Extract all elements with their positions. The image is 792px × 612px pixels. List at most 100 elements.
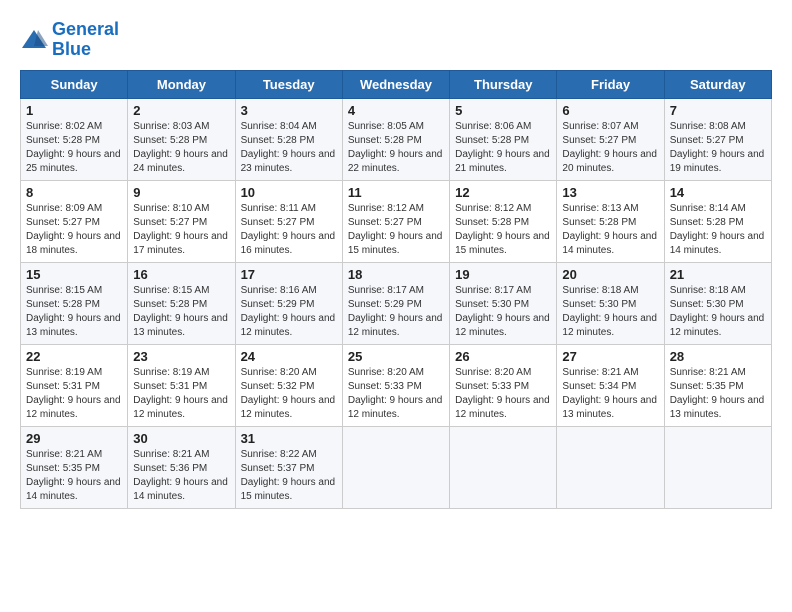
calendar-cell xyxy=(450,426,557,508)
calendar-cell: 12 Sunrise: 8:12 AMSunset: 5:28 PMDaylig… xyxy=(450,180,557,262)
day-number: 7 xyxy=(670,103,766,118)
day-number: 5 xyxy=(455,103,551,118)
day-info: Sunrise: 8:04 AMSunset: 5:28 PMDaylight:… xyxy=(241,120,337,176)
weekday-header: Sunday xyxy=(21,70,128,98)
day-info: Sunrise: 8:20 AMSunset: 5:33 PMDaylight:… xyxy=(455,366,551,422)
day-info: Sunrise: 8:17 AMSunset: 5:30 PMDaylight:… xyxy=(455,284,551,340)
day-number: 28 xyxy=(670,349,766,364)
weekday-header: Wednesday xyxy=(342,70,449,98)
day-info: Sunrise: 8:09 AMSunset: 5:27 PMDaylight:… xyxy=(26,202,122,258)
calendar-table: SundayMondayTuesdayWednesdayThursdayFrid… xyxy=(20,70,772,509)
calendar-week-row: 1 Sunrise: 8:02 AMSunset: 5:28 PMDayligh… xyxy=(21,98,772,180)
calendar-cell: 13 Sunrise: 8:13 AMSunset: 5:28 PMDaylig… xyxy=(557,180,664,262)
weekday-header: Monday xyxy=(128,70,235,98)
calendar-cell: 31 Sunrise: 8:22 AMSunset: 5:37 PMDaylig… xyxy=(235,426,342,508)
day-info: Sunrise: 8:17 AMSunset: 5:29 PMDaylight:… xyxy=(348,284,444,340)
day-number: 4 xyxy=(348,103,444,118)
weekday-header: Tuesday xyxy=(235,70,342,98)
calendar-cell: 8 Sunrise: 8:09 AMSunset: 5:27 PMDayligh… xyxy=(21,180,128,262)
day-number: 13 xyxy=(562,185,658,200)
day-number: 9 xyxy=(133,185,229,200)
logo-text: General Blue xyxy=(52,20,119,60)
day-number: 26 xyxy=(455,349,551,364)
day-number: 30 xyxy=(133,431,229,446)
day-number: 1 xyxy=(26,103,122,118)
calendar-cell: 22 Sunrise: 8:19 AMSunset: 5:31 PMDaylig… xyxy=(21,344,128,426)
day-info: Sunrise: 8:10 AMSunset: 5:27 PMDaylight:… xyxy=(133,202,229,258)
calendar-cell: 26 Sunrise: 8:20 AMSunset: 5:33 PMDaylig… xyxy=(450,344,557,426)
calendar-cell: 25 Sunrise: 8:20 AMSunset: 5:33 PMDaylig… xyxy=(342,344,449,426)
day-number: 16 xyxy=(133,267,229,282)
calendar-cell: 18 Sunrise: 8:17 AMSunset: 5:29 PMDaylig… xyxy=(342,262,449,344)
day-number: 20 xyxy=(562,267,658,282)
day-number: 17 xyxy=(241,267,337,282)
calendar-cell: 6 Sunrise: 8:07 AMSunset: 5:27 PMDayligh… xyxy=(557,98,664,180)
calendar-cell: 27 Sunrise: 8:21 AMSunset: 5:34 PMDaylig… xyxy=(557,344,664,426)
day-number: 8 xyxy=(26,185,122,200)
day-info: Sunrise: 8:12 AMSunset: 5:27 PMDaylight:… xyxy=(348,202,444,258)
calendar-cell: 9 Sunrise: 8:10 AMSunset: 5:27 PMDayligh… xyxy=(128,180,235,262)
calendar-week-row: 22 Sunrise: 8:19 AMSunset: 5:31 PMDaylig… xyxy=(21,344,772,426)
day-info: Sunrise: 8:18 AMSunset: 5:30 PMDaylight:… xyxy=(670,284,766,340)
day-number: 31 xyxy=(241,431,337,446)
day-number: 27 xyxy=(562,349,658,364)
calendar-cell: 28 Sunrise: 8:21 AMSunset: 5:35 PMDaylig… xyxy=(664,344,771,426)
calendar-cell: 29 Sunrise: 8:21 AMSunset: 5:35 PMDaylig… xyxy=(21,426,128,508)
day-info: Sunrise: 8:21 AMSunset: 5:34 PMDaylight:… xyxy=(562,366,658,422)
calendar-cell: 21 Sunrise: 8:18 AMSunset: 5:30 PMDaylig… xyxy=(664,262,771,344)
calendar-cell: 20 Sunrise: 8:18 AMSunset: 5:30 PMDaylig… xyxy=(557,262,664,344)
calendar-cell: 19 Sunrise: 8:17 AMSunset: 5:30 PMDaylig… xyxy=(450,262,557,344)
day-number: 3 xyxy=(241,103,337,118)
day-number: 19 xyxy=(455,267,551,282)
day-info: Sunrise: 8:11 AMSunset: 5:27 PMDaylight:… xyxy=(241,202,337,258)
day-info: Sunrise: 8:03 AMSunset: 5:28 PMDaylight:… xyxy=(133,120,229,176)
day-number: 10 xyxy=(241,185,337,200)
day-info: Sunrise: 8:08 AMSunset: 5:27 PMDaylight:… xyxy=(670,120,766,176)
day-info: Sunrise: 8:19 AMSunset: 5:31 PMDaylight:… xyxy=(133,366,229,422)
day-number: 2 xyxy=(133,103,229,118)
day-info: Sunrise: 8:05 AMSunset: 5:28 PMDaylight:… xyxy=(348,120,444,176)
day-info: Sunrise: 8:21 AMSunset: 5:36 PMDaylight:… xyxy=(133,448,229,504)
calendar-cell: 15 Sunrise: 8:15 AMSunset: 5:28 PMDaylig… xyxy=(21,262,128,344)
page-header: General Blue xyxy=(20,20,772,60)
calendar-cell: 24 Sunrise: 8:20 AMSunset: 5:32 PMDaylig… xyxy=(235,344,342,426)
calendar-cell: 11 Sunrise: 8:12 AMSunset: 5:27 PMDaylig… xyxy=(342,180,449,262)
day-info: Sunrise: 8:06 AMSunset: 5:28 PMDaylight:… xyxy=(455,120,551,176)
day-number: 12 xyxy=(455,185,551,200)
calendar-week-row: 29 Sunrise: 8:21 AMSunset: 5:35 PMDaylig… xyxy=(21,426,772,508)
day-info: Sunrise: 8:18 AMSunset: 5:30 PMDaylight:… xyxy=(562,284,658,340)
calendar-cell: 30 Sunrise: 8:21 AMSunset: 5:36 PMDaylig… xyxy=(128,426,235,508)
weekday-header-row: SundayMondayTuesdayWednesdayThursdayFrid… xyxy=(21,70,772,98)
day-number: 22 xyxy=(26,349,122,364)
day-info: Sunrise: 8:20 AMSunset: 5:33 PMDaylight:… xyxy=(348,366,444,422)
day-info: Sunrise: 8:19 AMSunset: 5:31 PMDaylight:… xyxy=(26,366,122,422)
day-info: Sunrise: 8:20 AMSunset: 5:32 PMDaylight:… xyxy=(241,366,337,422)
calendar-cell: 1 Sunrise: 8:02 AMSunset: 5:28 PMDayligh… xyxy=(21,98,128,180)
calendar-cell: 23 Sunrise: 8:19 AMSunset: 5:31 PMDaylig… xyxy=(128,344,235,426)
day-number: 15 xyxy=(26,267,122,282)
day-info: Sunrise: 8:21 AMSunset: 5:35 PMDaylight:… xyxy=(26,448,122,504)
day-number: 25 xyxy=(348,349,444,364)
weekday-header: Friday xyxy=(557,70,664,98)
day-number: 23 xyxy=(133,349,229,364)
calendar-week-row: 15 Sunrise: 8:15 AMSunset: 5:28 PMDaylig… xyxy=(21,262,772,344)
day-info: Sunrise: 8:02 AMSunset: 5:28 PMDaylight:… xyxy=(26,120,122,176)
day-info: Sunrise: 8:16 AMSunset: 5:29 PMDaylight:… xyxy=(241,284,337,340)
day-number: 18 xyxy=(348,267,444,282)
calendar-cell: 14 Sunrise: 8:14 AMSunset: 5:28 PMDaylig… xyxy=(664,180,771,262)
day-number: 21 xyxy=(670,267,766,282)
weekday-header: Thursday xyxy=(450,70,557,98)
day-info: Sunrise: 8:15 AMSunset: 5:28 PMDaylight:… xyxy=(133,284,229,340)
calendar-cell xyxy=(664,426,771,508)
calendar-cell: 10 Sunrise: 8:11 AMSunset: 5:27 PMDaylig… xyxy=(235,180,342,262)
day-number: 6 xyxy=(562,103,658,118)
calendar-week-row: 8 Sunrise: 8:09 AMSunset: 5:27 PMDayligh… xyxy=(21,180,772,262)
calendar-cell: 7 Sunrise: 8:08 AMSunset: 5:27 PMDayligh… xyxy=(664,98,771,180)
calendar-cell: 5 Sunrise: 8:06 AMSunset: 5:28 PMDayligh… xyxy=(450,98,557,180)
calendar-cell xyxy=(557,426,664,508)
day-info: Sunrise: 8:07 AMSunset: 5:27 PMDaylight:… xyxy=(562,120,658,176)
day-info: Sunrise: 8:12 AMSunset: 5:28 PMDaylight:… xyxy=(455,202,551,258)
calendar-cell xyxy=(342,426,449,508)
day-number: 29 xyxy=(26,431,122,446)
calendar-cell: 2 Sunrise: 8:03 AMSunset: 5:28 PMDayligh… xyxy=(128,98,235,180)
